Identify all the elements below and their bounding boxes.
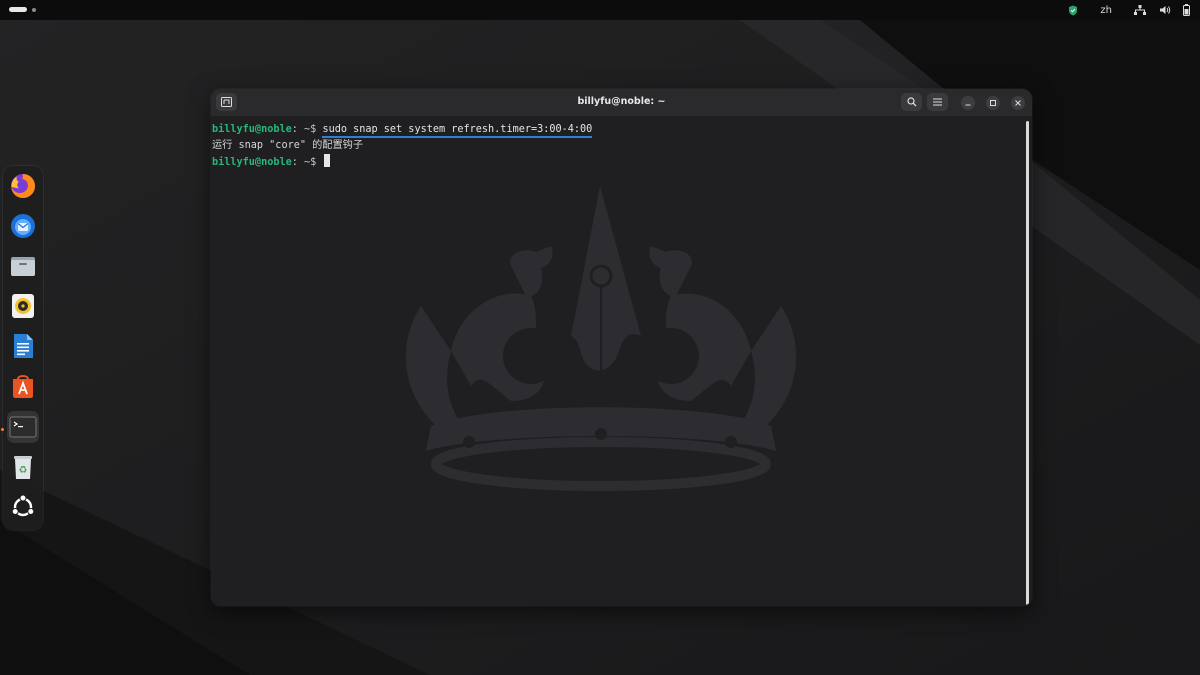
dock-item-files[interactable] xyxy=(7,250,39,282)
thunderbird-icon xyxy=(11,214,35,238)
input-method-indicator[interactable]: zh xyxy=(1100,5,1112,16)
text-cursor xyxy=(324,154,331,167)
battery-icon[interactable] xyxy=(1183,4,1190,16)
activities-indicator[interactable] xyxy=(9,7,36,12)
speaker-icon xyxy=(12,294,34,318)
prompt-user-host: billyfu@noble xyxy=(212,157,292,168)
hamburger-menu-icon xyxy=(933,98,942,106)
firefox-icon xyxy=(11,174,35,198)
top-bar: zh xyxy=(0,0,1200,20)
dock-item-show-apps[interactable] xyxy=(7,491,39,523)
window-titlebar[interactable]: billyfu@noble: ~ xyxy=(211,89,1032,116)
dock-item-firefox[interactable] xyxy=(7,170,39,202)
terminal-line: 运行 snap "core" 的配置钩子 xyxy=(212,138,592,154)
shield-icon[interactable] xyxy=(1068,5,1078,16)
terminal-output: billyfu@noble: ~$ sudo snap set system r… xyxy=(212,122,593,171)
dock-item-app-center[interactable] xyxy=(7,370,39,402)
workspace-dot xyxy=(32,7,36,12)
command-output: 运行 snap "core" 的配置钩子 xyxy=(212,140,364,151)
dock-running-indicator xyxy=(1,428,4,431)
search-icon xyxy=(906,97,916,107)
dock-item-trash[interactable]: ♻ xyxy=(7,451,39,483)
search-button[interactable] xyxy=(901,93,922,111)
terminal-content[interactable]: billyfu@noble: ~$ sudo snap set system r… xyxy=(211,116,1032,606)
trash-icon: ♻ xyxy=(14,456,32,479)
maximize-icon xyxy=(990,100,996,106)
minimize-button[interactable] xyxy=(961,96,975,110)
crown-watermark xyxy=(405,186,797,491)
prompt-user-host: billyfu@noble xyxy=(212,124,292,135)
dock-item-terminal[interactable] xyxy=(7,411,39,443)
system-tray[interactable]: zh xyxy=(1046,0,1190,20)
document-icon xyxy=(14,334,33,358)
dock-item-thunderbird[interactable] xyxy=(7,210,39,242)
svg-text:♻: ♻ xyxy=(19,465,28,476)
scrollbar[interactable] xyxy=(1026,121,1029,605)
close-icon xyxy=(1015,100,1021,106)
network-icon[interactable] xyxy=(1134,5,1146,15)
prompt-path: ~ xyxy=(297,157,311,168)
prompt-symbol: $ xyxy=(310,124,317,135)
terminal-line: billyfu@noble: ~$ sudo snap set system r… xyxy=(212,122,593,138)
folder-icon xyxy=(11,257,35,276)
close-button[interactable] xyxy=(1011,96,1025,110)
terminal-icon xyxy=(9,416,37,438)
dock: ♻ xyxy=(3,166,43,530)
terminal-window[interactable]: billyfu@noble: ~ billyfu@noble: ~$ sudo … xyxy=(211,89,1032,606)
ubuntu-logo-icon xyxy=(11,494,35,517)
volume-icon[interactable] xyxy=(1160,5,1171,15)
prompt-symbol: $ xyxy=(310,157,317,168)
workspace-active-pill xyxy=(9,7,27,12)
command-text: sudo snap set system refresh.timer=3:00-… xyxy=(322,124,593,138)
app-store-icon xyxy=(13,375,33,398)
prompt-path: ~ xyxy=(297,124,311,135)
menu-button[interactable] xyxy=(927,93,948,111)
terminal-line: billyfu@noble: ~$ xyxy=(212,154,592,171)
minimize-icon xyxy=(965,104,971,106)
dock-item-writer[interactable] xyxy=(7,330,39,362)
maximize-button[interactable] xyxy=(986,96,1000,110)
dock-item-rhythmbox[interactable] xyxy=(7,290,39,322)
